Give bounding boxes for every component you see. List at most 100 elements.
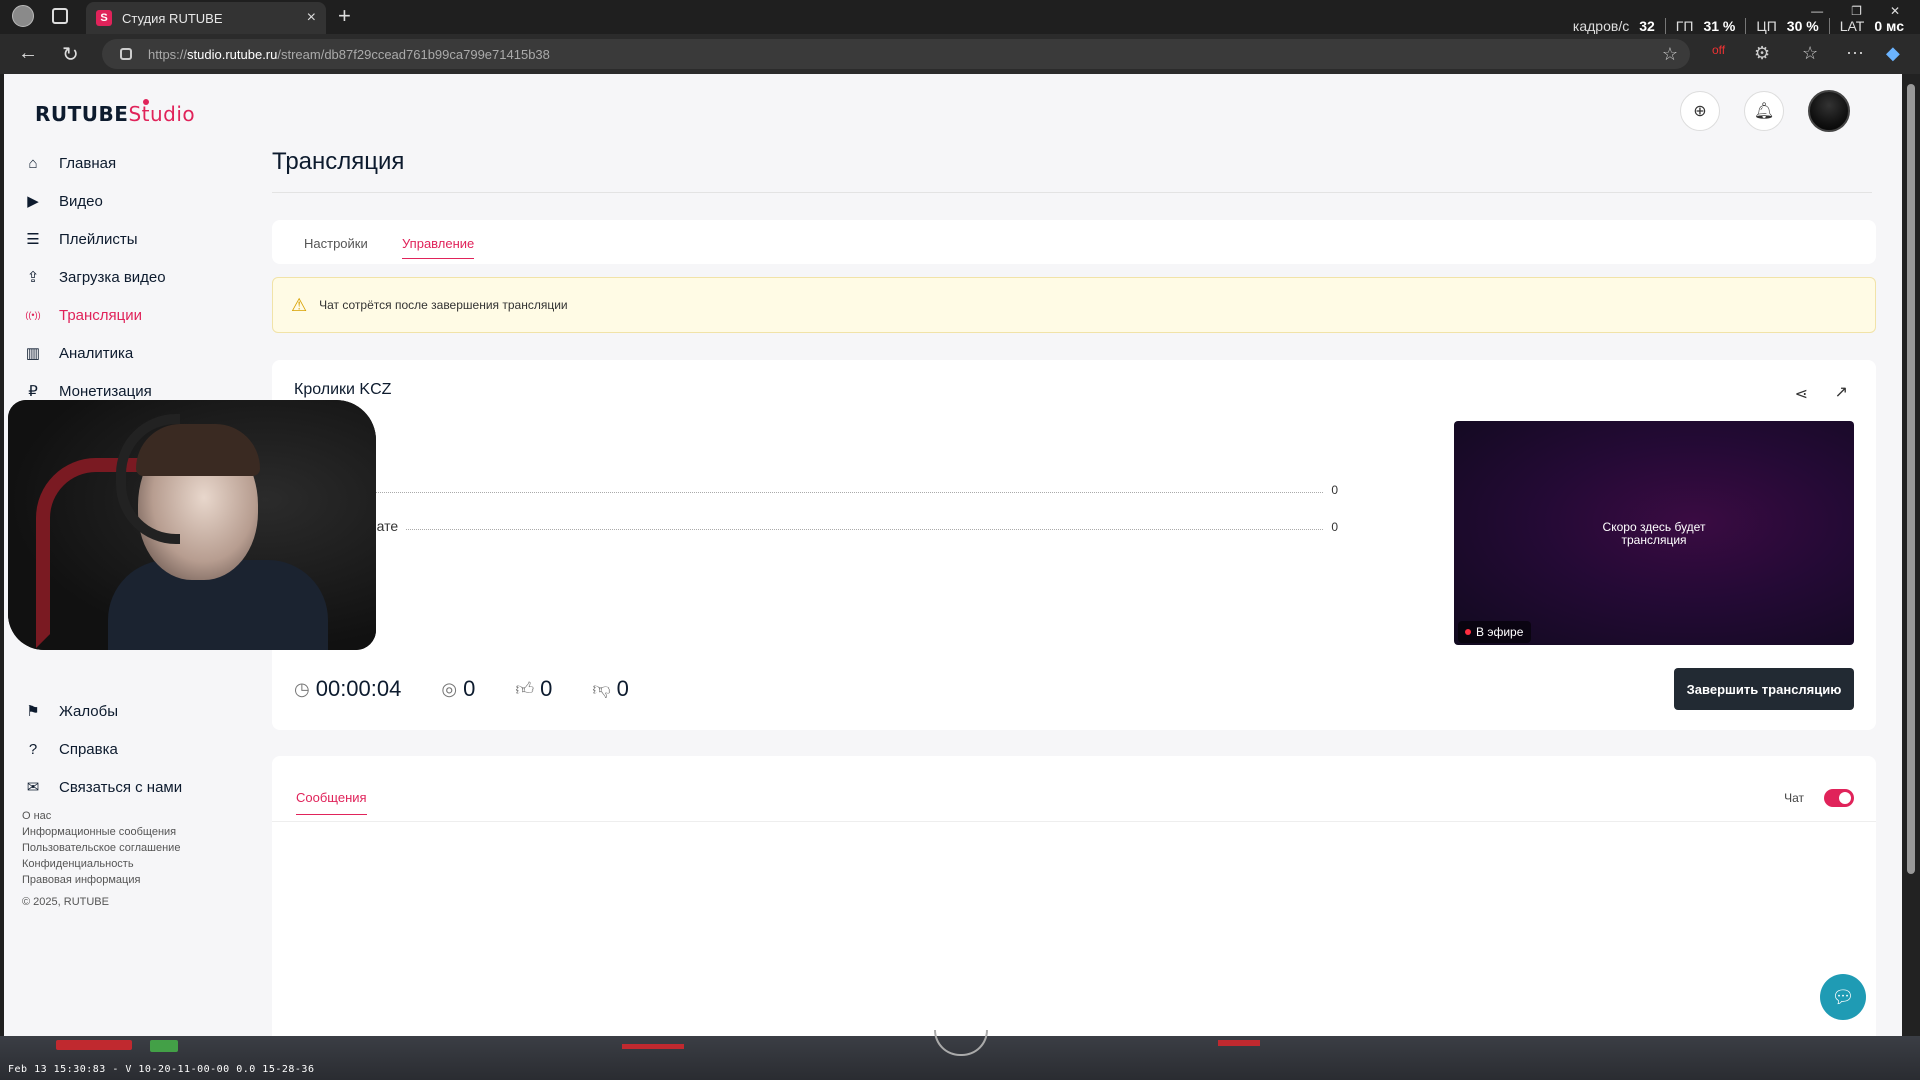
clock-icon: ◷	[294, 678, 310, 699]
sidebar-item-help[interactable]: ? Справка	[24, 730, 244, 768]
share-icon[interactable]: ⋖	[1795, 384, 1808, 404]
mail-icon: ✉	[26, 779, 40, 796]
browser-tabbar: S Студия RUTUBE × + кадров/с 32 ГП 31 % …	[0, 0, 1920, 34]
extensions-icon[interactable]: ⚙	[1754, 43, 1770, 64]
reload-icon[interactable]: ↻	[62, 42, 79, 67]
new-tab-icon[interactable]: +	[338, 3, 351, 29]
end-stream-button[interactable]: Завершить трансляцию	[1674, 668, 1854, 710]
rutube-favicon-icon: S	[96, 10, 112, 26]
close-window-icon[interactable]: ✕	[1890, 4, 1900, 18]
stream-preview[interactable]: Скоро здесь будет трансляция В эфире	[1454, 421, 1854, 645]
fps-value: 32	[1639, 18, 1655, 34]
tab-messages[interactable]: Сообщения	[296, 790, 367, 815]
stat-value: 0	[1331, 520, 1338, 534]
stat-row: в 0	[358, 481, 1338, 497]
notifications-button[interactable]: 🔔︎	[1744, 91, 1784, 131]
perf-divider	[1745, 18, 1747, 34]
support-chat-button[interactable]: 💬︎	[1820, 974, 1866, 1020]
rutube-studio-logo[interactable]: RUTUBEStudio	[35, 99, 195, 126]
game-hud-red	[622, 1044, 684, 1049]
stat-value: 0	[1331, 483, 1338, 497]
gpu-label: ГП	[1675, 18, 1694, 34]
analytics-icon: ▥	[25, 345, 41, 362]
tab-settings[interactable]: Настройки	[304, 236, 368, 251]
favorite-star-icon[interactable]: ☆	[1662, 44, 1678, 65]
game-hud-red	[1218, 1040, 1260, 1046]
latency-label: LAT	[1839, 18, 1865, 34]
back-icon[interactable]: ←	[18, 42, 38, 65]
sidebar-item-contact[interactable]: ✉ Связаться с нами	[24, 768, 244, 806]
header-actions: ⊕ 🔔︎	[1680, 90, 1850, 132]
viewers-value: 0	[463, 676, 476, 701]
page-scrollbar[interactable]	[1902, 74, 1920, 1036]
dislikes-stat: 👎︎ 0	[592, 676, 629, 702]
scrollbar-thumb[interactable]	[1907, 84, 1915, 874]
sidebar-item-playlists[interactable]: ☰ Плейлисты	[24, 220, 244, 258]
url-path: /stream/db87f29ccead761b99ca799e71415b38	[277, 46, 550, 62]
perf-divider	[1664, 18, 1666, 34]
footer-link-legal[interactable]: Правовая информация	[22, 872, 180, 888]
performance-overlay: кадров/с 32 ГП 31 % ЦП 30 % LAT 0 мс	[1573, 18, 1904, 34]
stream-title: Кролики KCZ	[294, 381, 392, 398]
minimize-icon[interactable]: —	[1811, 4, 1823, 18]
footer-link-info[interactable]: Информационные сообщения	[22, 824, 180, 840]
sidebar-item-label: Главная	[59, 154, 117, 172]
likes-value: 0	[540, 676, 553, 701]
chat-divider	[272, 821, 1876, 822]
game-hud-red	[56, 1040, 132, 1050]
plus-icon: ⊕	[1693, 103, 1707, 120]
close-tab-icon[interactable]: ×	[307, 9, 316, 27]
sidebar-item-label: Аналитика	[59, 344, 134, 362]
dotted-leader	[406, 529, 1324, 530]
footer-link-privacy[interactable]: Конфиденциальность	[22, 856, 180, 872]
sidebar-item-label: Связаться с нами	[59, 778, 183, 796]
sidebar-item-label: Загрузка видео	[59, 268, 166, 286]
playlist-icon: ☰	[26, 231, 40, 248]
logo-dot	[143, 99, 149, 105]
likes-stat: 👍︎ 0	[515, 676, 552, 702]
chat-warning-banner: ⚠ Чат сотрётся после завершения трансляц…	[272, 277, 1876, 333]
browser-toolbar: ← ↻ https://studio.rutube.ru/stream/db87…	[0, 34, 1920, 74]
chat-toggle[interactable]	[1824, 789, 1854, 807]
restore-icon[interactable]: ❐	[1851, 4, 1862, 18]
address-bar[interactable]: https://studio.rutube.ru/stream/db87f29c…	[102, 39, 1690, 69]
footer-link-about[interactable]: О нас	[22, 808, 180, 824]
browser-tab[interactable]: S Студия RUTUBE ×	[86, 2, 326, 34]
favorites-icon[interactable]: ☆	[1802, 43, 1818, 64]
ruble-icon: ₽	[28, 383, 38, 400]
sidebar-item-home[interactable]: ⌂ Главная	[24, 144, 244, 182]
more-menu-icon[interactable]: ⋯	[1846, 43, 1864, 64]
sidebar-item-analytics[interactable]: ▥ Аналитика	[24, 334, 244, 372]
tab-management[interactable]: Управление	[402, 236, 475, 259]
sidebar-item-complaints[interactable]: ⚑ Жалобы	[24, 692, 244, 730]
footer-link-terms[interactable]: Пользовательское соглашение	[22, 840, 180, 856]
chat-bubble-icon: 💬︎	[1831, 986, 1855, 1007]
overlay-timestamp: Feb 13 15:30:83 - V 10-20-11-00-00 0.0 1…	[8, 1064, 315, 1075]
sidebar-item-upload[interactable]: ⇪ Загрузка видео	[24, 258, 244, 296]
help-icon: ?	[28, 740, 38, 758]
webcam-overlay	[8, 400, 376, 650]
sidebar-item-broadcasts[interactable]: ((•)) Трансляции	[24, 296, 244, 334]
upload-icon: ⇪	[26, 269, 40, 286]
user-avatar[interactable]	[1808, 90, 1850, 132]
external-link-icon[interactable]: ↗	[1835, 382, 1848, 402]
lock-icon	[120, 48, 132, 60]
chat-card: Сообщения Чат	[272, 756, 1876, 1036]
viewers-stat: ◎ 0	[441, 676, 475, 702]
warning-text: Чат сотрётся после завершения трансляции	[319, 298, 568, 312]
url-prefix: https://	[148, 46, 188, 62]
dotted-leader	[373, 492, 1324, 493]
sidebar-item-video[interactable]: ▶ Видео	[24, 182, 244, 220]
copilot-icon[interactable]: ◆	[1886, 43, 1900, 64]
sidebar-item-label: Видео	[59, 192, 103, 210]
tab-actions-icon[interactable]	[52, 8, 68, 24]
create-button[interactable]: ⊕	[1680, 91, 1720, 131]
duration-value: 00:00:04	[315, 676, 402, 701]
game-hud-green	[150, 1040, 178, 1052]
profile-avatar-icon[interactable]	[12, 5, 34, 27]
dislikes-value: 0	[616, 676, 629, 701]
perf-divider	[1828, 18, 1830, 34]
browser-tab-title: Студия RUTUBE	[122, 10, 223, 26]
logo-rutube: RUTUBE	[35, 102, 129, 126]
extension-badge[interactable]: off	[1712, 43, 1725, 57]
